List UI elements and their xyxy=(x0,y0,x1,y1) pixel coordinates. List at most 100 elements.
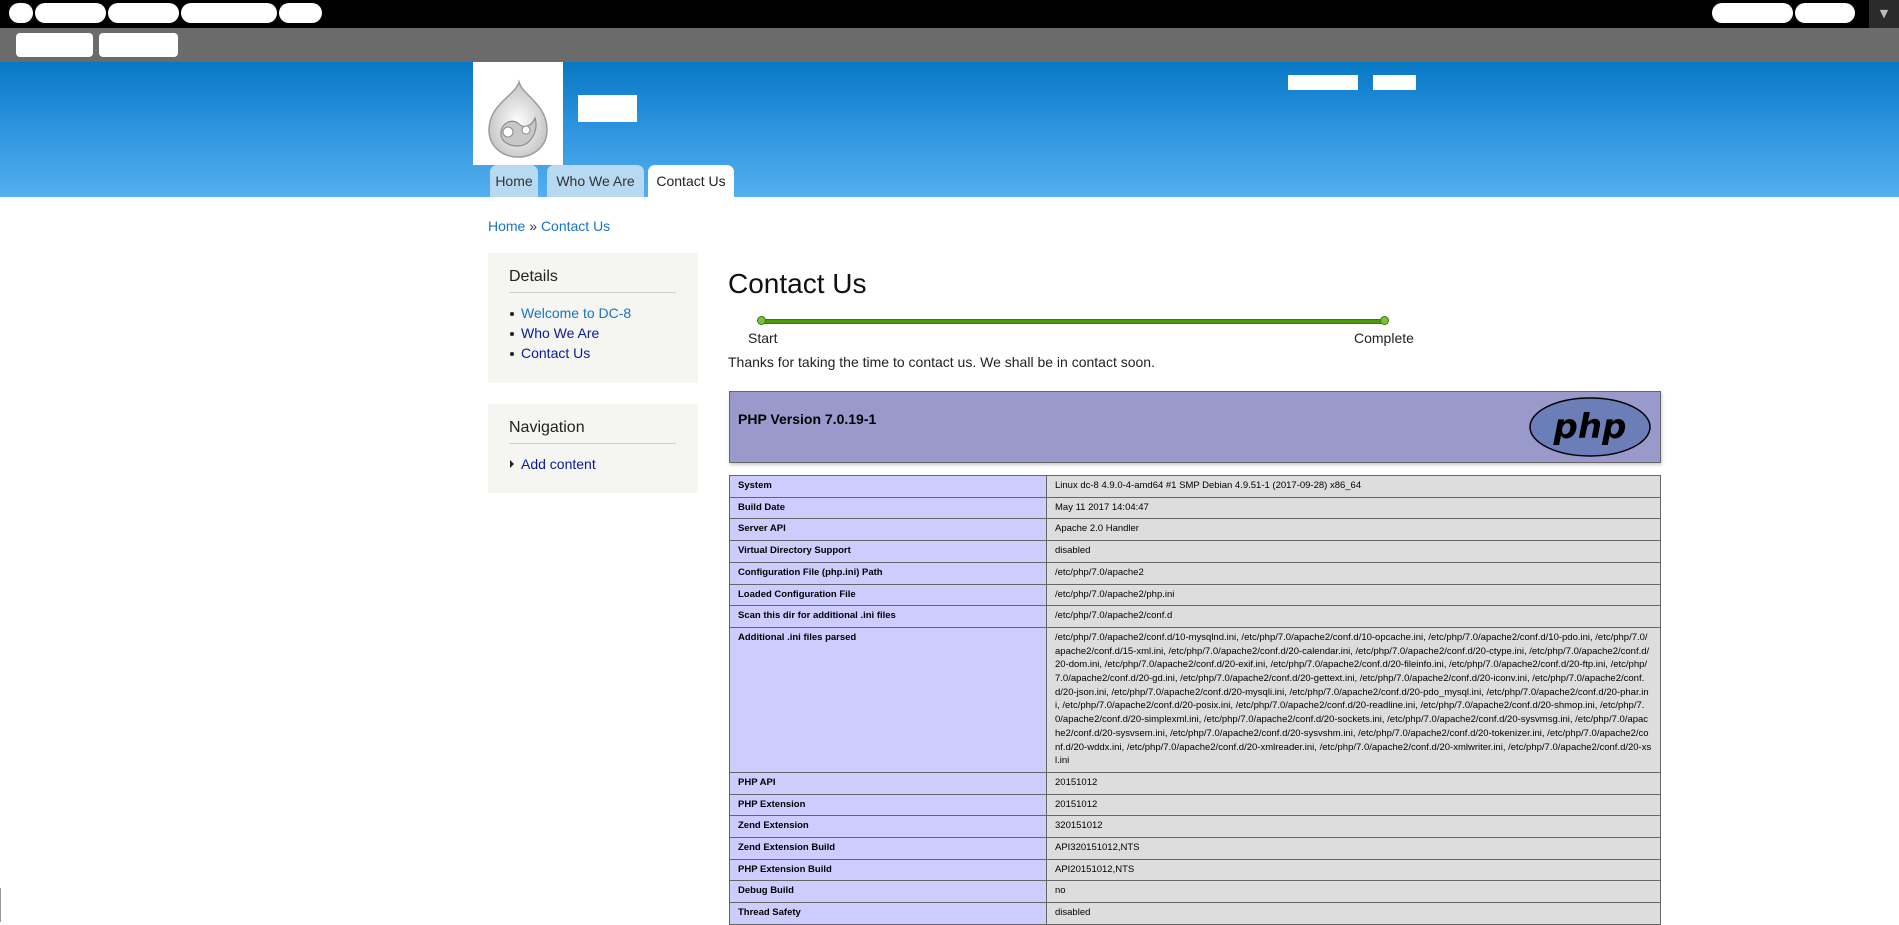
toolbar-home-link[interactable] xyxy=(9,3,33,23)
navigation-item-label[interactable]: Add content xyxy=(521,456,596,472)
site-logo[interactable] xyxy=(473,62,563,165)
php-info-value: 20151012 xyxy=(1046,771,1661,795)
drupal-drop-logo-icon xyxy=(488,79,548,158)
site-header: Home Who We Are Contact Us xyxy=(0,62,1899,197)
breadcrumb-home-link[interactable]: Home xyxy=(488,218,525,234)
breadcrumb: Home » Contact Us xyxy=(488,218,610,234)
breadcrumb-current-link[interactable]: Contact Us xyxy=(541,218,610,234)
user-menu-link[interactable] xyxy=(1288,75,1358,90)
table-row: System Linux dc-8 4.9.0-4-amd64 #1 SMP De… xyxy=(729,475,1661,498)
shortcuts-bar xyxy=(0,28,1899,62)
php-info-value: /etc/php/7.0/apache2/conf.d/10-mysqlnd.i… xyxy=(1046,626,1661,773)
php-info-key: Virtual Directory Support xyxy=(729,540,1047,563)
php-info-value: 20151012 xyxy=(1046,793,1661,817)
tab-home[interactable]: Home xyxy=(490,165,538,197)
collapsed-arrow-icon xyxy=(510,460,514,468)
table-row: Zend Extension Build API320151012,NTS xyxy=(729,837,1661,860)
shortcut-link[interactable] xyxy=(16,33,93,57)
details-item-label[interactable]: Who We Are xyxy=(521,325,599,341)
details-item-label[interactable]: Welcome to DC-8 xyxy=(521,305,631,321)
php-logo-icon[interactable]: php xyxy=(1528,396,1652,458)
details-item-who-we-are[interactable]: Who We Are xyxy=(509,323,631,343)
php-info-value: disabled xyxy=(1046,540,1661,563)
chevron-down-icon[interactable]: ▼ xyxy=(1869,0,1899,28)
php-info-key: Debug Build xyxy=(729,880,1047,904)
shortcut-link[interactable] xyxy=(99,33,178,57)
php-info-key: Zend Extension xyxy=(729,815,1047,839)
details-block: Details Welcome to DC-8 Who We Are Conta… xyxy=(488,253,698,383)
details-block-title: Details xyxy=(509,268,676,293)
progress-end-dot xyxy=(1380,316,1389,325)
table-row: PHP Extension Build API20151012,NTS xyxy=(729,858,1661,882)
php-info-key: PHP Extension xyxy=(729,793,1047,817)
php-info-value: /etc/php/7.0/apache2/php.ini xyxy=(1046,583,1661,607)
php-info-key: Server API xyxy=(729,518,1047,542)
table-row: PHP Extension 20151012 xyxy=(729,793,1661,817)
toolbar-menu-item[interactable] xyxy=(279,3,322,23)
php-info-value: no xyxy=(1046,880,1661,904)
php-info-value: May 11 2017 14:04:47 xyxy=(1046,496,1661,520)
php-info-key: PHP Extension Build xyxy=(729,858,1047,882)
toolbar-menu-item[interactable] xyxy=(181,3,277,23)
php-info-value: API320151012,NTS xyxy=(1046,837,1661,860)
progress-start-dot xyxy=(757,316,766,325)
tab-contact-us[interactable]: Contact Us xyxy=(648,165,734,197)
navigation-menu: Add content xyxy=(509,454,596,474)
table-row: Scan this dir for additional .ini files /… xyxy=(729,605,1661,628)
php-info-value: Apache 2.0 Handler xyxy=(1046,518,1661,542)
progress-end-label: Complete xyxy=(1354,330,1414,346)
php-info-key: Loaded Configuration File xyxy=(729,583,1047,607)
details-menu: Welcome to DC-8 Who We Are Contact Us xyxy=(509,303,631,363)
svg-text:php: php xyxy=(1553,407,1627,447)
details-item-contact-us[interactable]: Contact Us xyxy=(509,343,631,363)
table-row: Virtual Directory Support disabled xyxy=(729,540,1661,563)
php-info-key: Configuration File (php.ini) Path xyxy=(729,561,1047,585)
table-row: Debug Build no xyxy=(729,880,1661,904)
page-title: Contact Us xyxy=(728,268,867,299)
table-row: Zend Extension 320151012 xyxy=(729,815,1661,839)
navigation-item-add-content[interactable]: Add content xyxy=(509,454,596,474)
table-row: Build Date May 11 2017 14:04:47 xyxy=(729,496,1661,520)
details-item-welcome[interactable]: Welcome to DC-8 xyxy=(509,303,631,323)
window-edge-divider xyxy=(0,888,1,922)
table-row: Loaded Configuration File/etc/php/7.0/ap… xyxy=(729,583,1661,607)
confirmation-message: Thanks for taking the time to contact us… xyxy=(728,354,1155,370)
navigation-block: Navigation Add content xyxy=(488,404,698,493)
php-info-value: API20151012,NTS xyxy=(1046,858,1661,882)
table-row: Server API Apache 2.0 Handler xyxy=(729,518,1661,542)
php-info-key: Scan this dir for additional .ini files xyxy=(729,605,1047,628)
php-info-key: Thread Safety xyxy=(729,902,1047,925)
site-name-link[interactable] xyxy=(578,95,637,122)
breadcrumb-separator: » xyxy=(529,218,538,234)
user-menu-link[interactable] xyxy=(1373,75,1416,90)
php-info-table: System Linux dc-8 4.9.0-4-amd64 #1 SMP De… xyxy=(729,475,1661,925)
php-info-key: PHP API xyxy=(729,771,1047,795)
toolbar-logout-link[interactable] xyxy=(1795,3,1855,23)
toolbar-account-link[interactable] xyxy=(1712,3,1793,23)
php-info-key: System xyxy=(729,475,1047,498)
php-info-header: PHP Version 7.0.19-1 php xyxy=(729,391,1661,463)
toolbar-menu-item[interactable] xyxy=(35,3,106,23)
php-info-value: 320151012 xyxy=(1046,815,1661,839)
table-row: PHP API 20151012 xyxy=(729,771,1661,795)
admin-toolbar: ▼ xyxy=(0,0,1899,28)
php-info-value: /etc/php/7.0/apache2 xyxy=(1046,561,1661,585)
table-row: Thread Safety disabled xyxy=(729,902,1661,925)
php-info-value: Linux dc-8 4.9.0-4-amd64 #1 SMP Debian 4… xyxy=(1046,475,1661,498)
php-info-key: Zend Extension Build xyxy=(729,837,1047,860)
webform-progress-bar xyxy=(761,319,1386,324)
progress-start-label: Start xyxy=(748,330,778,346)
table-row: Configuration File (php.ini) Path/etc/ph… xyxy=(729,561,1661,585)
php-info-key: Additional .ini files parsed xyxy=(729,626,1047,773)
php-info-value: disabled xyxy=(1046,902,1661,925)
bullet-icon xyxy=(510,332,514,336)
toolbar-menu-item[interactable] xyxy=(108,3,179,23)
tab-who-we-are[interactable]: Who We Are xyxy=(547,165,644,197)
bullet-icon xyxy=(510,312,514,316)
php-info-table-body: System Linux dc-8 4.9.0-4-amd64 #1 SMP De… xyxy=(729,475,1661,925)
details-item-label[interactable]: Contact Us xyxy=(521,345,590,361)
table-row: Additional .ini files parsed/etc/php/7.0… xyxy=(729,626,1661,773)
navigation-block-title: Navigation xyxy=(509,419,676,444)
php-info-key: Build Date xyxy=(729,496,1047,520)
php-info-value: /etc/php/7.0/apache2/conf.d xyxy=(1046,605,1661,628)
